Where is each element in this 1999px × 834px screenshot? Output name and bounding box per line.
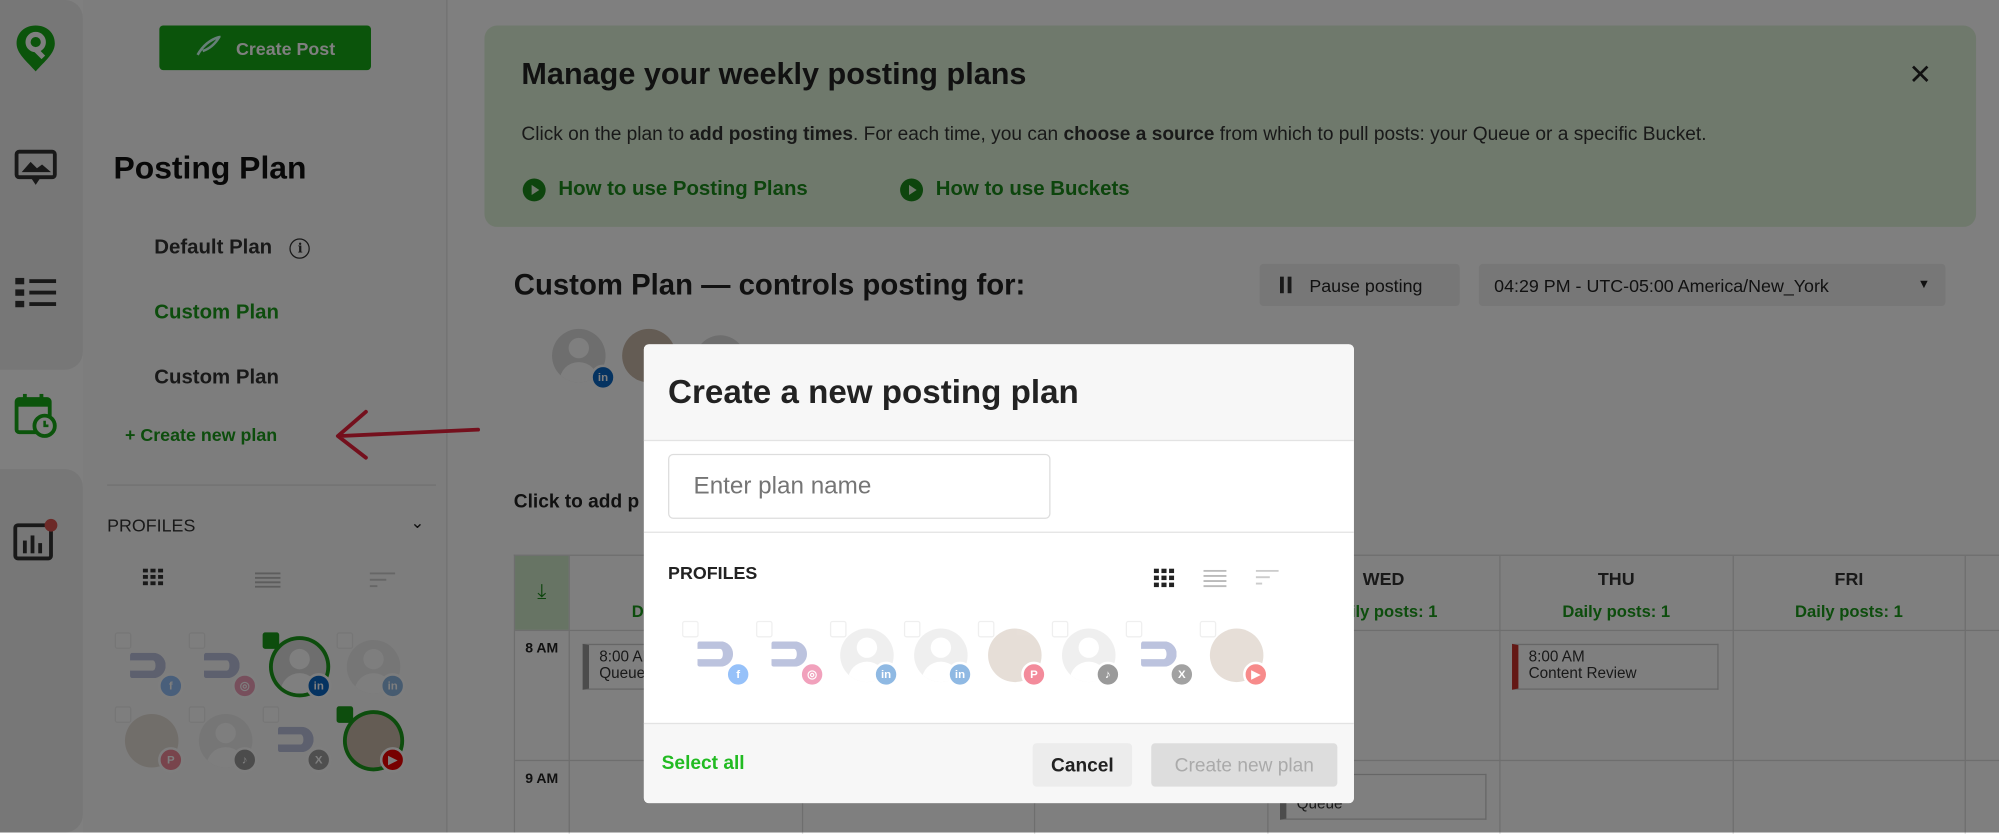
facebook-icon: f xyxy=(725,661,751,688)
create-plan-modal: Create a new posting plan PROFILES f ◎ in i… xyxy=(643,344,1354,804)
plan-name-input[interactable] xyxy=(668,453,1051,519)
modal-header: Create a new posting plan xyxy=(643,344,1354,442)
modal-profiles-label: PROFILES xyxy=(668,562,758,583)
tiktok-icon: ♪ xyxy=(1095,661,1121,688)
modal-profile-linkedin[interactable]: in xyxy=(829,620,901,690)
modal-profile-linkedin[interactable]: in xyxy=(903,620,975,690)
cancel-button[interactable]: Cancel xyxy=(1032,743,1133,787)
linkedin-icon: in xyxy=(947,661,973,688)
modal-profile-tiktok[interactable]: ♪ xyxy=(1051,620,1123,690)
youtube-icon: ▶ xyxy=(1243,661,1269,688)
sort-icon[interactable] xyxy=(1255,569,1279,594)
profile-checkbox[interactable] xyxy=(1125,620,1143,638)
create-plan-button[interactable]: Create new plan xyxy=(1151,743,1338,787)
modal-profile-instagram[interactable]: ◎ xyxy=(756,620,827,690)
modal-profile-youtube[interactable]: ▶ xyxy=(1199,620,1271,690)
grid-view-icon[interactable] xyxy=(1153,568,1175,594)
profile-checkbox[interactable] xyxy=(829,620,847,638)
profile-checkbox[interactable] xyxy=(903,620,921,638)
modal-profile-pinterest[interactable]: P xyxy=(977,620,1049,690)
profile-checkbox[interactable] xyxy=(1051,620,1069,638)
profile-checkbox[interactable] xyxy=(682,620,699,638)
linkedin-icon: in xyxy=(873,661,899,688)
instagram-icon: ◎ xyxy=(799,661,825,688)
modal-footer: Select all Cancel Create new plan xyxy=(643,722,1354,804)
modal-profile-facebook[interactable]: f xyxy=(682,620,753,690)
profile-checkbox[interactable] xyxy=(977,620,995,638)
modal-title: Create a new posting plan xyxy=(668,372,1079,411)
divider xyxy=(643,531,1354,533)
pinterest-icon: P xyxy=(1021,661,1047,688)
profile-checkbox[interactable] xyxy=(756,620,773,638)
x-icon: X xyxy=(1169,661,1195,688)
modal-profile-x[interactable]: X xyxy=(1125,620,1197,690)
select-all-link[interactable]: Select all xyxy=(662,752,745,774)
list-view-icon[interactable] xyxy=(1203,569,1227,594)
profile-checkbox[interactable] xyxy=(1199,620,1217,638)
